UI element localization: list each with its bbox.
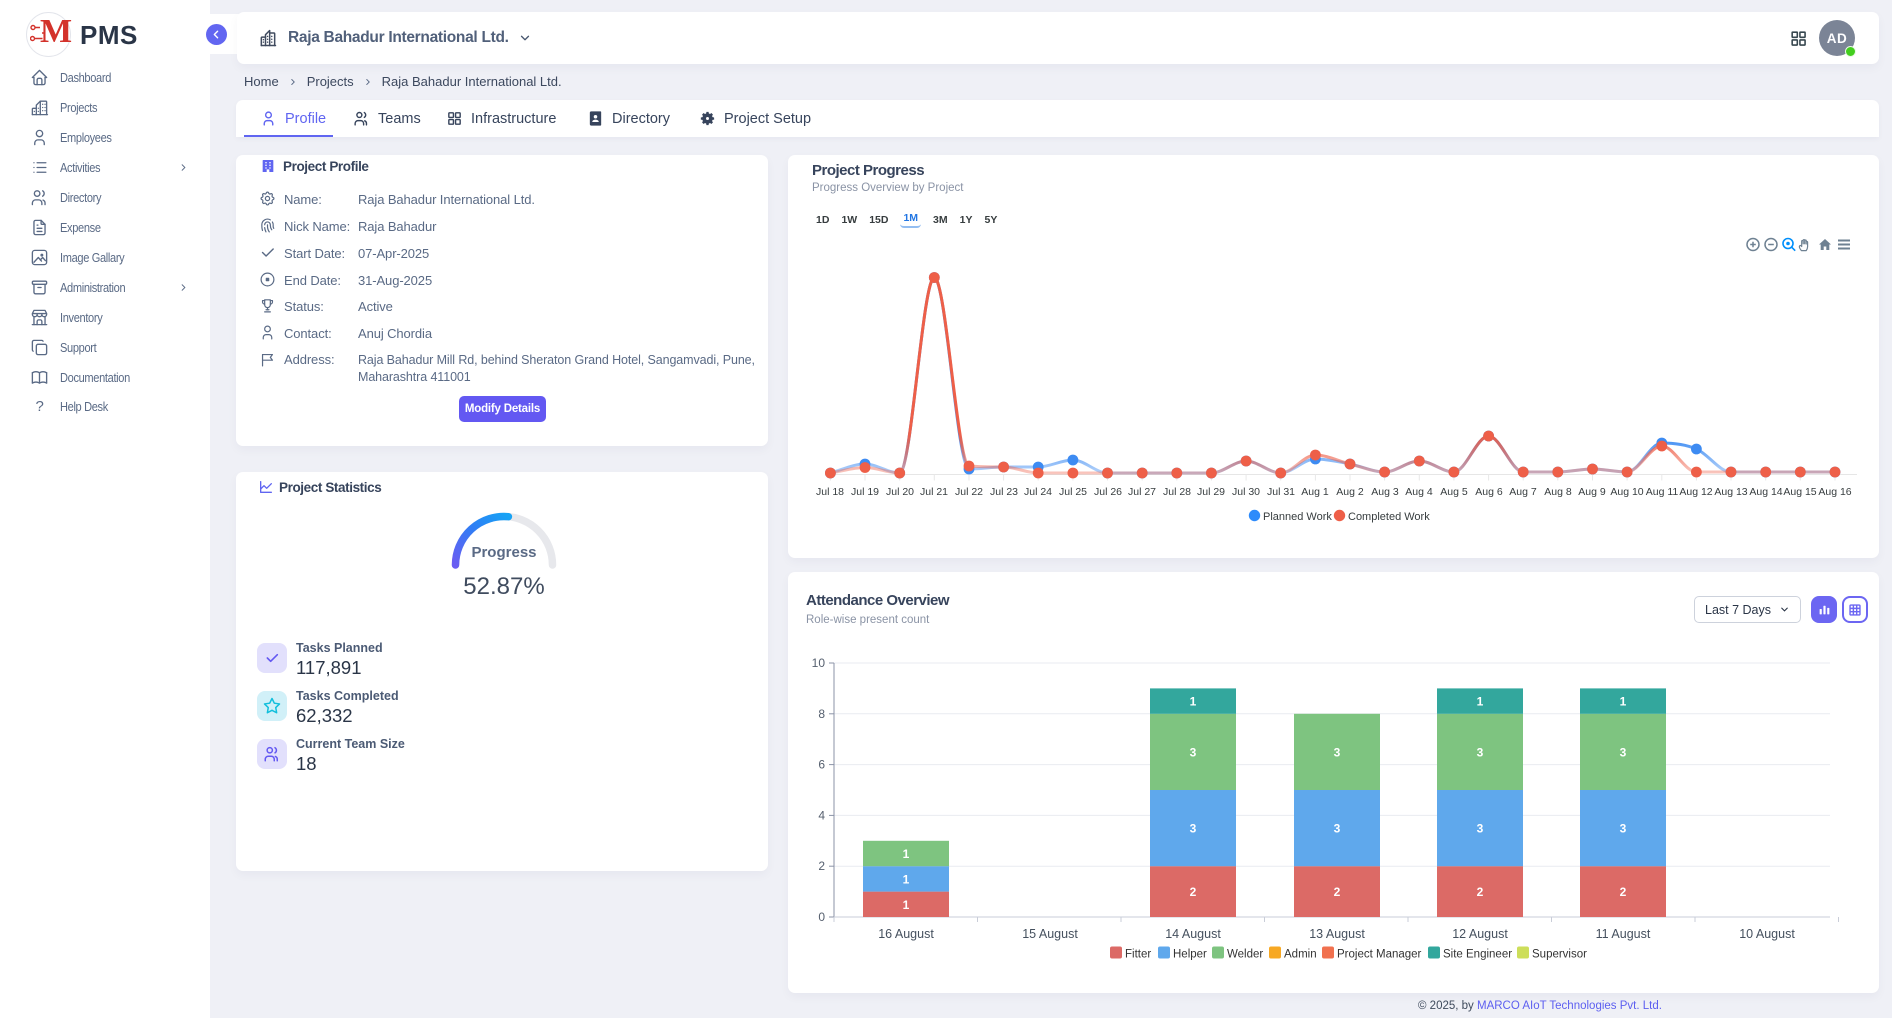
svg-text:3: 3 xyxy=(1190,745,1197,759)
svg-text:Aug 7: Aug 7 xyxy=(1509,486,1537,498)
svg-text:Jul 30: Jul 30 xyxy=(1232,486,1260,498)
svg-text:Jul 29: Jul 29 xyxy=(1197,486,1225,498)
svg-text:3: 3 xyxy=(1620,822,1627,836)
svg-text:2: 2 xyxy=(1477,885,1484,899)
svg-text:Aug 2: Aug 2 xyxy=(1336,486,1364,498)
svg-text:Admin: Admin xyxy=(1284,949,1317,961)
svg-text:Aug 9: Aug 9 xyxy=(1578,486,1606,498)
svg-text:Aug 16: Aug 16 xyxy=(1818,486,1851,498)
svg-text:1: 1 xyxy=(903,847,910,861)
svg-text:2: 2 xyxy=(1620,885,1627,899)
svg-text:Aug 12: Aug 12 xyxy=(1679,486,1712,498)
svg-text:1: 1 xyxy=(903,898,910,912)
svg-text:Jul 31: Jul 31 xyxy=(1267,486,1295,498)
svg-text:Jul 22: Jul 22 xyxy=(955,486,983,498)
svg-text:Jul 25: Jul 25 xyxy=(1059,486,1087,498)
svg-text:2: 2 xyxy=(1190,885,1197,899)
svg-text:Jul 28: Jul 28 xyxy=(1163,486,1191,498)
svg-text:10 August: 10 August xyxy=(1739,927,1795,941)
svg-text:Supervisor: Supervisor xyxy=(1532,949,1587,961)
svg-text:3: 3 xyxy=(1620,745,1627,759)
svg-text:Jul 20: Jul 20 xyxy=(886,486,914,498)
svg-text:6: 6 xyxy=(818,758,825,772)
svg-text:1: 1 xyxy=(1620,695,1627,709)
svg-text:11 August: 11 August xyxy=(1596,927,1651,941)
svg-text:Jul 24: Jul 24 xyxy=(1024,486,1052,498)
svg-text:Aug 6: Aug 6 xyxy=(1475,486,1503,498)
svg-text:Jul 21: Jul 21 xyxy=(920,486,948,498)
svg-text:Project Manager: Project Manager xyxy=(1337,949,1422,961)
svg-text:13 August: 13 August xyxy=(1309,927,1365,941)
svg-text:Aug 5: Aug 5 xyxy=(1440,486,1468,498)
svg-text:Aug 1: Aug 1 xyxy=(1301,486,1329,498)
svg-text:10: 10 xyxy=(812,656,826,670)
svg-text:3: 3 xyxy=(1477,822,1484,836)
svg-text:1: 1 xyxy=(1477,695,1484,709)
svg-text:Aug 14: Aug 14 xyxy=(1749,486,1782,498)
svg-text:3: 3 xyxy=(1334,822,1341,836)
svg-text:Aug 3: Aug 3 xyxy=(1371,486,1399,498)
svg-text:8: 8 xyxy=(818,707,825,721)
svg-text:3: 3 xyxy=(1477,745,1484,759)
svg-text:Helper: Helper xyxy=(1173,949,1207,961)
svg-text:Planned Work: Planned Work xyxy=(1263,511,1332,523)
svg-text:Aug 4: Aug 4 xyxy=(1405,486,1433,498)
svg-text:Welder: Welder xyxy=(1227,949,1263,961)
svg-text:Completed Work: Completed Work xyxy=(1348,511,1430,523)
svg-text:2: 2 xyxy=(1334,885,1341,899)
svg-text:Jul 27: Jul 27 xyxy=(1128,486,1156,498)
svg-text:Site Engineer: Site Engineer xyxy=(1443,949,1512,961)
svg-text:Aug 10: Aug 10 xyxy=(1610,486,1643,498)
svg-text:16 August: 16 August xyxy=(878,927,934,941)
svg-text:14 August: 14 August xyxy=(1165,927,1221,941)
svg-text:Aug 11: Aug 11 xyxy=(1646,486,1679,498)
svg-text:12 August: 12 August xyxy=(1452,927,1508,941)
svg-text:0: 0 xyxy=(818,910,825,924)
svg-text:3: 3 xyxy=(1190,822,1197,836)
svg-text:Jul 18: Jul 18 xyxy=(816,486,844,498)
svg-text:3: 3 xyxy=(1334,745,1341,759)
svg-text:Jul 23: Jul 23 xyxy=(990,486,1018,498)
svg-text:15 August: 15 August xyxy=(1022,927,1078,941)
svg-text:Fitter: Fitter xyxy=(1125,949,1151,961)
svg-text:Aug 15: Aug 15 xyxy=(1783,486,1816,498)
svg-text:Jul 26: Jul 26 xyxy=(1094,486,1122,498)
svg-text:Aug 13: Aug 13 xyxy=(1714,486,1747,498)
svg-text:Jul 19: Jul 19 xyxy=(851,486,879,498)
svg-text:2: 2 xyxy=(818,859,825,873)
svg-text:1: 1 xyxy=(1190,695,1197,709)
svg-text:4: 4 xyxy=(818,808,825,822)
svg-text:Aug 8: Aug 8 xyxy=(1544,486,1572,498)
svg-text:1: 1 xyxy=(903,872,910,886)
